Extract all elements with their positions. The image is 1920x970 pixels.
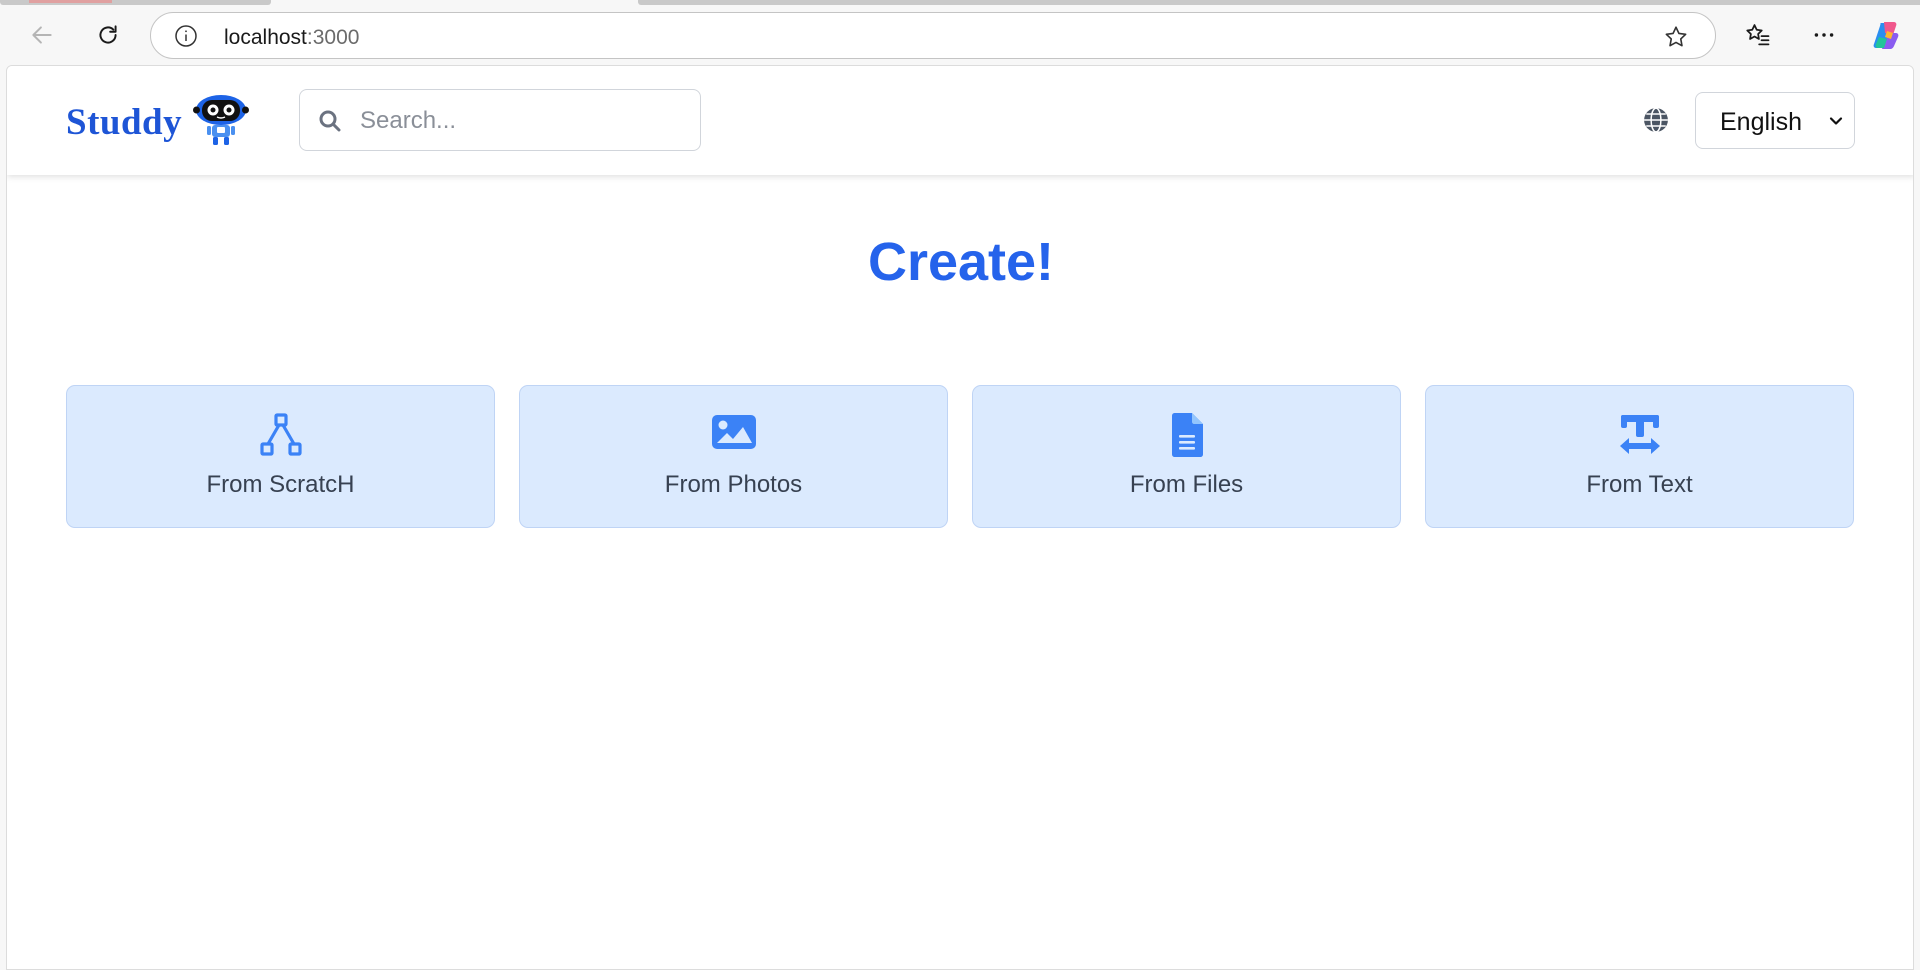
- logo-text: Studdy: [66, 101, 183, 143]
- browser-tab[interactable]: [638, 0, 1920, 5]
- copilot-icon: [1873, 22, 1899, 49]
- search-input[interactable]: [360, 104, 680, 138]
- card-label: From Files: [1129, 471, 1244, 498]
- copilot-button[interactable]: [1866, 15, 1906, 55]
- text-width-icon: [1619, 415, 1660, 454]
- chevron-down-icon: [1829, 117, 1843, 125]
- reload-icon: [99, 25, 117, 44]
- logo[interactable]: Studdy: [66, 95, 250, 146]
- browser-toolbar: localhost:3000: [0, 6, 1920, 63]
- create-from-photos-button[interactable]: From Photos: [519, 385, 948, 528]
- language-select[interactable]: English: [1695, 92, 1855, 149]
- url-port: :3000: [306, 26, 360, 49]
- back-button[interactable]: [22, 15, 62, 55]
- site-info-icon[interactable]: [174, 24, 198, 48]
- hierarchy-icon: [259, 413, 302, 456]
- create-from-text-button[interactable]: From Text: [1425, 385, 1854, 528]
- reload-button[interactable]: [88, 15, 128, 55]
- favorite-star-icon[interactable]: [1662, 23, 1690, 51]
- url-text[interactable]: localhost:3000: [224, 26, 359, 50]
- favorites-button[interactable]: [1738, 15, 1778, 55]
- favorites-list-icon: [1746, 24, 1770, 46]
- more-options-button[interactable]: [1804, 15, 1844, 55]
- robot-mascot-icon: [193, 95, 250, 145]
- image-icon: [711, 415, 756, 449]
- card-label: From ScratcH: [206, 471, 355, 498]
- create-from-files-button[interactable]: From Files: [972, 385, 1401, 528]
- search-box[interactable]: [299, 89, 701, 151]
- page-viewport: Studdy Search... English Create! From Sc…: [6, 65, 1914, 970]
- file-icon: [1171, 413, 1203, 457]
- address-bar[interactable]: localhost:3000: [150, 12, 1716, 59]
- browser-tab[interactable]: [0, 0, 271, 5]
- language-value: English: [1720, 108, 1802, 136]
- url-host: localhost: [224, 26, 307, 49]
- arrow-left-icon: [32, 26, 52, 44]
- create-from-scratch-button[interactable]: From ScratcH: [66, 385, 495, 528]
- page-title: Create!: [867, 232, 1055, 292]
- card-label: From Text: [1586, 471, 1693, 498]
- app-header: Studdy Search... English: [7, 66, 1913, 175]
- ellipsis-icon: [1814, 33, 1834, 37]
- globe-icon: [1644, 107, 1668, 133]
- search-icon: [319, 110, 341, 132]
- card-label: From Photos: [664, 471, 803, 498]
